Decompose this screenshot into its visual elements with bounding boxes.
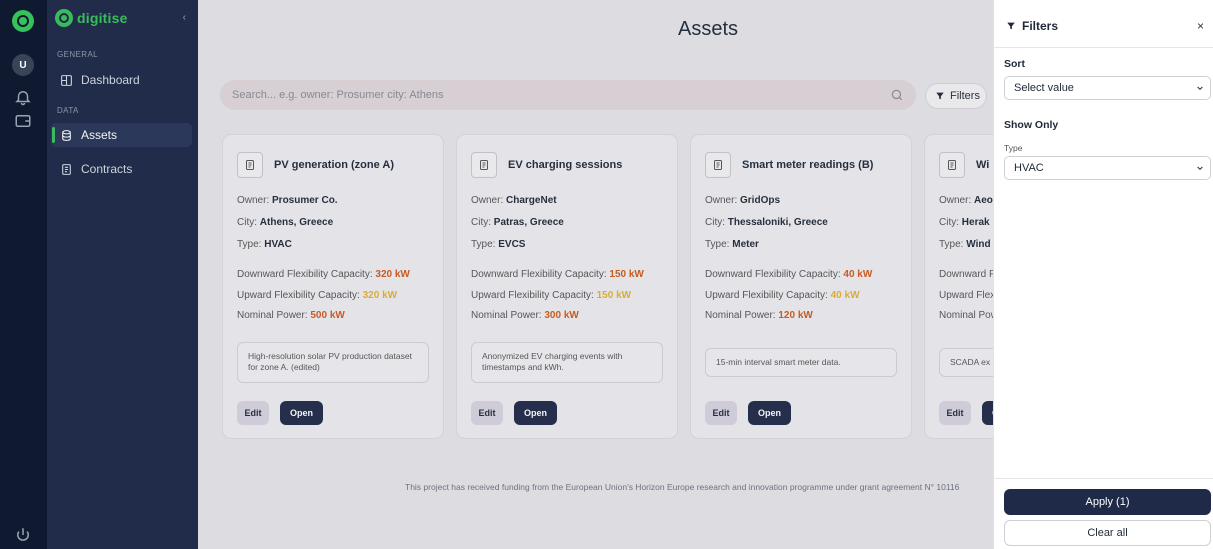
filters-panel-title: Filters xyxy=(1022,19,1059,33)
modal-backdrop[interactable] xyxy=(47,0,993,549)
logo-icon[interactable] xyxy=(12,10,34,32)
power-icon[interactable] xyxy=(14,526,32,544)
apply-button[interactable]: Apply (1) xyxy=(1004,489,1211,515)
type-select-value: HVAC xyxy=(1014,162,1044,174)
filters-panel: Filters × Sort Select value Show Only Ty… xyxy=(993,0,1213,549)
show-only-label: Show Only xyxy=(1004,119,1059,131)
wallet-icon[interactable] xyxy=(14,112,32,130)
type-label: Type xyxy=(1004,143,1023,153)
funnel-icon xyxy=(1007,22,1015,30)
icon-rail: U xyxy=(0,0,47,549)
chevron-down-icon xyxy=(1197,166,1203,171)
type-select[interactable]: HVAC xyxy=(1004,156,1211,180)
sort-label: Sort xyxy=(1004,58,1025,70)
clear-all-button[interactable]: Clear all xyxy=(1004,520,1211,546)
bell-icon[interactable] xyxy=(14,88,32,106)
sort-select[interactable]: Select value xyxy=(1004,76,1211,100)
filters-panel-footer: Apply (1) Clear all xyxy=(994,478,1213,549)
filters-panel-header: Filters × xyxy=(994,0,1213,48)
avatar[interactable]: U xyxy=(12,54,34,76)
chevron-down-icon xyxy=(1197,86,1203,91)
sort-select-value: Select value xyxy=(1014,82,1074,94)
close-icon[interactable]: × xyxy=(1197,19,1204,33)
